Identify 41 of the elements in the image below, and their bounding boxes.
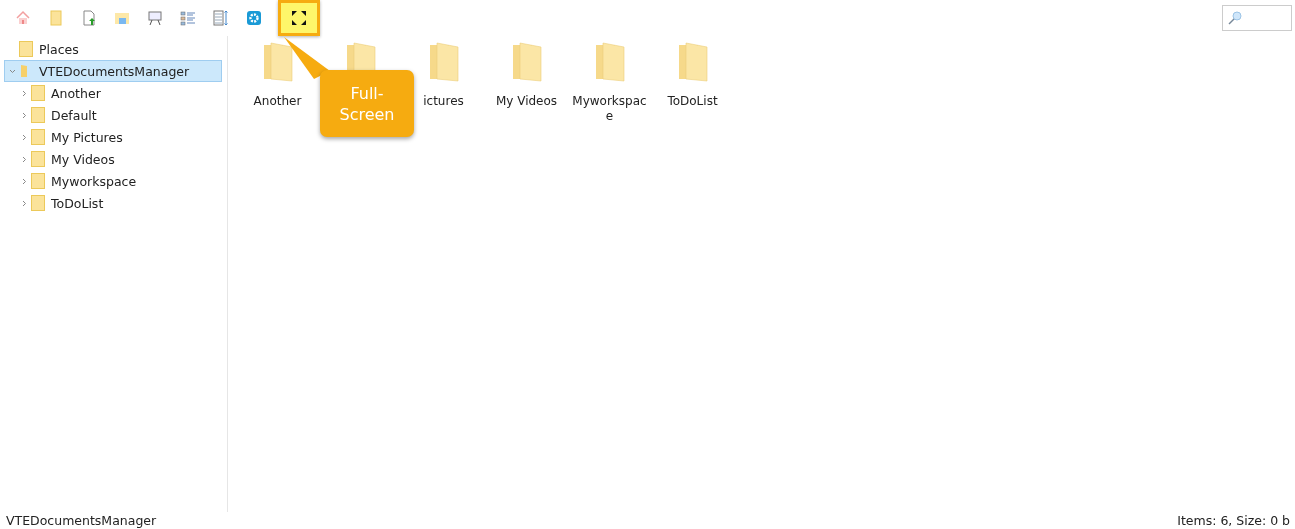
search-icon	[1228, 11, 1242, 25]
folder-icon	[428, 42, 459, 82]
folder-label[interactable]: Myworkspace	[569, 94, 650, 124]
folder-label[interactable]: Another	[237, 94, 318, 109]
folder-icon	[31, 107, 45, 123]
tree-item[interactable]: ToDoList	[0, 192, 222, 214]
folder-icon	[47, 10, 64, 26]
settings-icon	[245, 10, 262, 26]
tree-item[interactable]: Myworkspace	[0, 170, 222, 192]
folder-icon	[31, 173, 45, 189]
fullscreen-icon	[291, 10, 307, 26]
folder-icon	[31, 151, 45, 167]
presentation-board-icon	[146, 10, 163, 26]
tree-item[interactable]: My Pictures	[0, 126, 222, 148]
folder-label[interactable]: My Videos	[486, 94, 567, 109]
tooltip: Full-Screen	[320, 70, 414, 137]
folder-icon	[19, 64, 29, 78]
folder-icon	[677, 42, 708, 82]
tooltip-pointer	[284, 37, 330, 79]
column-view-icon	[212, 10, 229, 26]
tree-item[interactable]: Another	[0, 82, 222, 104]
folder-icon	[511, 42, 542, 82]
status-path: VTEDocumentsManager	[6, 513, 157, 528]
file-upload-icon	[80, 10, 97, 26]
folder-icon	[31, 195, 45, 211]
folder-label[interactable]: ToDoList	[652, 94, 733, 109]
folder-window-icon	[113, 10, 130, 26]
folder-icon	[31, 129, 45, 145]
tree-item[interactable]: Default	[0, 104, 222, 126]
tree-item[interactable]: My Videos	[0, 148, 222, 170]
folder-icon	[31, 85, 45, 101]
search-field[interactable]	[1222, 5, 1292, 31]
home-icon	[14, 10, 31, 26]
folder-icon	[594, 42, 625, 82]
tree-item[interactable]: VTEDocumentsManager	[4, 60, 222, 82]
folder-icon	[19, 41, 33, 57]
folder-icon	[262, 42, 293, 82]
list-view-icon	[179, 10, 196, 26]
fullscreen-button[interactable]	[278, 0, 320, 36]
status-summary: Items: 6, Size: 0 b	[1177, 513, 1290, 528]
tree-item[interactable]: Places	[0, 38, 222, 60]
